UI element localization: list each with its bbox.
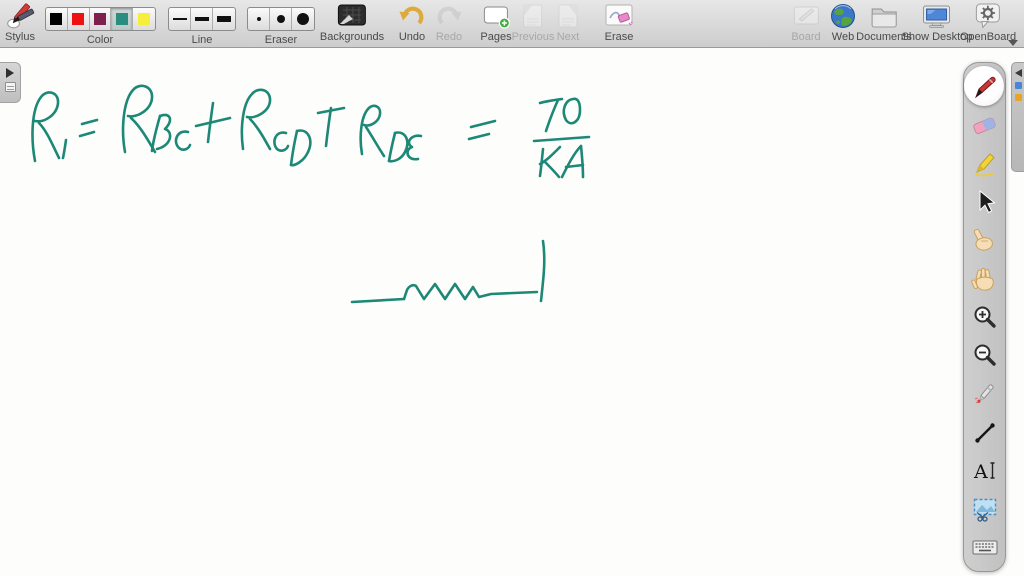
stylus-button[interactable]: Stylus	[5, 0, 35, 43]
library-drawer-tab[interactable]	[1011, 62, 1024, 172]
expand-right-icon	[6, 68, 14, 78]
zoom-out-tool-button[interactable]	[963, 337, 1006, 375]
eraser-large-button[interactable]	[292, 8, 314, 30]
openboard-app: Stylus Color Line Eraser Backgrounds Und…	[0, 0, 1024, 576]
text-tool-button[interactable]: A	[963, 452, 1006, 490]
virtual-keyboard-tool-button[interactable]	[963, 529, 1006, 567]
erase-button[interactable]: Erase	[604, 0, 634, 43]
pointing-hand-icon	[973, 229, 993, 251]
library-mini-icon	[1014, 82, 1022, 89]
line-icon	[974, 423, 995, 443]
stylus-icon	[5, 0, 35, 31]
text-tool-icon: A	[973, 461, 994, 483]
selector-tool-button[interactable]	[963, 183, 1006, 221]
svg-text:A: A	[973, 461, 988, 483]
openboard-gear-icon	[974, 0, 1002, 31]
highlighter-icon	[974, 153, 995, 177]
laser-pointer-tool-button[interactable]	[963, 375, 1006, 413]
redo-button: Redo	[435, 0, 463, 43]
color-palette	[45, 7, 156, 31]
web-label: Web	[831, 31, 855, 43]
openboard-menu-caret-icon[interactable]	[1008, 40, 1018, 46]
redo-icon	[435, 0, 463, 31]
color-swatch-maroon[interactable]	[90, 8, 112, 30]
web-button[interactable]: Web	[829, 0, 857, 43]
board-icon	[792, 0, 820, 31]
eraser-small-button[interactable]	[248, 8, 270, 30]
color-label: Color	[86, 34, 114, 46]
zoom-in-tool-button[interactable]	[963, 298, 1006, 336]
top-toolbar: Stylus Color Line Eraser Backgrounds Und…	[0, 0, 1024, 48]
eraser-medium-button[interactable]	[270, 8, 292, 30]
cursor-arrow-icon	[979, 190, 996, 214]
undo-label: Undo	[398, 31, 426, 43]
pages-icon	[481, 0, 511, 31]
web-globe-icon	[829, 0, 857, 31]
show-desktop-monitor-icon	[922, 0, 952, 31]
expand-left-icon	[1014, 69, 1022, 77]
tool-palette: A	[963, 62, 1006, 572]
color-swatch-black[interactable]	[46, 8, 68, 30]
pages-label: Pages	[480, 31, 512, 43]
stylus-label: Stylus	[5, 31, 35, 43]
pan-hand-tool-button[interactable]	[963, 260, 1006, 298]
pen-tool-button[interactable]	[963, 66, 1006, 106]
previous-button: Previous	[511, 0, 555, 43]
eraser-label: Eraser	[264, 34, 298, 46]
line-medium-button[interactable]	[191, 8, 213, 30]
backgrounds-label: Backgrounds	[319, 31, 385, 43]
erase-icon	[604, 0, 634, 31]
line-label: Line	[191, 34, 213, 46]
page-navigator-tab[interactable]	[0, 62, 21, 103]
documents-folder-icon	[869, 0, 899, 31]
color-swatch-red[interactable]	[68, 8, 90, 30]
eraser-size-group	[247, 7, 315, 31]
pen-icon	[974, 76, 996, 99]
eraser-tool-button[interactable]	[963, 106, 1006, 144]
open-hand-icon	[971, 267, 994, 291]
eraser-icon	[973, 117, 996, 134]
capture-tool-button[interactable]	[963, 490, 1006, 528]
color-swatch-teal[interactable]	[111, 8, 134, 30]
keyboard-icon	[972, 540, 997, 555]
line-width-group	[168, 7, 236, 31]
undo-button[interactable]: Undo	[398, 0, 426, 43]
next-page-icon	[555, 0, 581, 31]
color-swatch-yellow[interactable]	[133, 8, 155, 30]
library-mini-icon	[1014, 94, 1022, 101]
page-thumbnail-icon	[4, 82, 16, 92]
previous-label: Previous	[511, 31, 555, 43]
next-label: Next	[556, 31, 580, 43]
highlighter-tool-button[interactable]	[963, 145, 1006, 183]
zoom-out-icon	[974, 344, 996, 366]
next-button: Next	[555, 0, 581, 43]
openboard-menu-button[interactable]: OpenBoard	[960, 0, 1016, 43]
erase-label: Erase	[604, 31, 634, 43]
previous-page-icon	[520, 0, 546, 31]
pages-button[interactable]: Pages	[480, 0, 512, 43]
board-button: Board	[791, 0, 821, 43]
redo-label: Redo	[435, 31, 463, 43]
line-thick-button[interactable]	[213, 8, 235, 30]
capture-icon	[973, 499, 996, 523]
laser-pointer-icon	[974, 384, 994, 404]
line-thin-button[interactable]	[169, 8, 191, 30]
backgrounds-button[interactable]: Backgrounds	[320, 0, 384, 43]
zoom-in-icon	[974, 306, 996, 328]
whiteboard-canvas[interactable]	[0, 48, 1024, 576]
undo-icon	[398, 0, 426, 31]
backgrounds-icon	[337, 0, 367, 31]
board-label: Board	[791, 31, 821, 43]
line-tool-button[interactable]	[963, 414, 1006, 452]
pointer-hand-tool-button[interactable]	[963, 222, 1006, 260]
